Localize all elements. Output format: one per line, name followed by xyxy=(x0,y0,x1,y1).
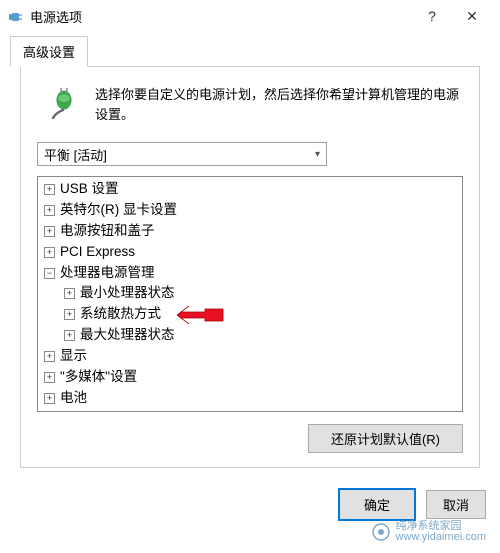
tab-advanced-settings[interactable]: 高级设置 xyxy=(10,36,88,67)
ok-button[interactable]: 确定 xyxy=(338,488,416,521)
watermark-line2: www.yidaimei.com xyxy=(396,532,486,543)
tree-item[interactable]: + 电池 xyxy=(38,388,462,409)
tree-item[interactable]: + 英特尔(R) 显卡设置 xyxy=(38,200,462,221)
help-button[interactable]: ? xyxy=(412,2,452,30)
titlebar: 电源选项 ? ✕ xyxy=(0,0,500,32)
tree-item-label: 电池 xyxy=(60,389,87,408)
collapse-icon[interactable]: − xyxy=(44,268,55,279)
expand-icon[interactable]: + xyxy=(44,372,55,383)
red-arrow-annotation-icon xyxy=(177,306,225,324)
dialog-buttons: 确定 取消 xyxy=(0,478,500,533)
tree-item[interactable]: + 显示 xyxy=(38,346,462,367)
close-button[interactable]: ✕ xyxy=(452,2,492,30)
tree-item-label: 系统散热方式 xyxy=(80,305,161,324)
tree-item[interactable]: + PCI Express xyxy=(38,242,462,263)
expand-icon[interactable]: + xyxy=(44,184,55,195)
power-plan-dropdown[interactable]: 平衡 [活动] ▾ xyxy=(37,142,327,166)
window-title: 电源选项 xyxy=(30,7,412,26)
tree-item[interactable]: + 电源按钮和盖子 xyxy=(38,221,462,242)
tree-item-label: 最小处理器状态 xyxy=(80,284,175,303)
tree-item[interactable]: + 系统散热方式 xyxy=(38,304,462,325)
tree-item[interactable]: + 最大处理器状态 xyxy=(38,325,462,346)
tree-item-label: 显示 xyxy=(60,347,87,366)
tree-item[interactable]: + "多媒体"设置 xyxy=(38,367,462,388)
tree-item-label: PCI Express xyxy=(60,243,135,262)
tree-item-label: 英特尔(R) 显卡设置 xyxy=(60,201,177,220)
expand-icon[interactable]: + xyxy=(44,205,55,216)
description-text: 选择你要自定义的电源计划，然后选择你希望计算机管理的电源设置。 xyxy=(95,85,463,124)
settings-tree[interactable]: + USB 设置 + 英特尔(R) 显卡设置 + 电源按钮和盖子 + PCI Express−… xyxy=(37,176,463,412)
restore-defaults-button[interactable]: 还原计划默认值(R) xyxy=(308,424,463,453)
tree-item[interactable]: −处理器电源管理 xyxy=(38,263,462,284)
expand-icon[interactable]: + xyxy=(64,309,75,320)
power-plug-icon xyxy=(47,85,81,119)
tree-item-label: 电源按钮和盖子 xyxy=(60,222,155,241)
tree-item[interactable]: + USB 设置 xyxy=(38,179,462,200)
expand-icon[interactable]: + xyxy=(44,247,55,258)
tree-item-label: 最大处理器状态 xyxy=(80,326,175,345)
expand-icon[interactable]: + xyxy=(64,330,75,341)
tree-item[interactable]: + 最小处理器状态 xyxy=(38,283,462,304)
expand-icon[interactable]: + xyxy=(64,288,75,299)
cancel-button[interactable]: 取消 xyxy=(426,490,486,519)
tree-item-label: "多媒体"设置 xyxy=(60,368,137,387)
tree-item-label: USB 设置 xyxy=(60,180,119,199)
expand-icon[interactable]: + xyxy=(44,226,55,237)
power-options-icon xyxy=(8,8,24,24)
tab-panel: 选择你要自定义的电源计划，然后选择你希望计算机管理的电源设置。 平衡 [活动] … xyxy=(20,66,480,468)
expand-icon[interactable]: + xyxy=(44,393,55,404)
chevron-down-icon: ▾ xyxy=(315,149,320,160)
expand-icon[interactable]: + xyxy=(44,351,55,362)
dropdown-selected-label: 平衡 [活动] xyxy=(44,145,107,164)
tree-item-label: 处理器电源管理 xyxy=(60,264,155,283)
